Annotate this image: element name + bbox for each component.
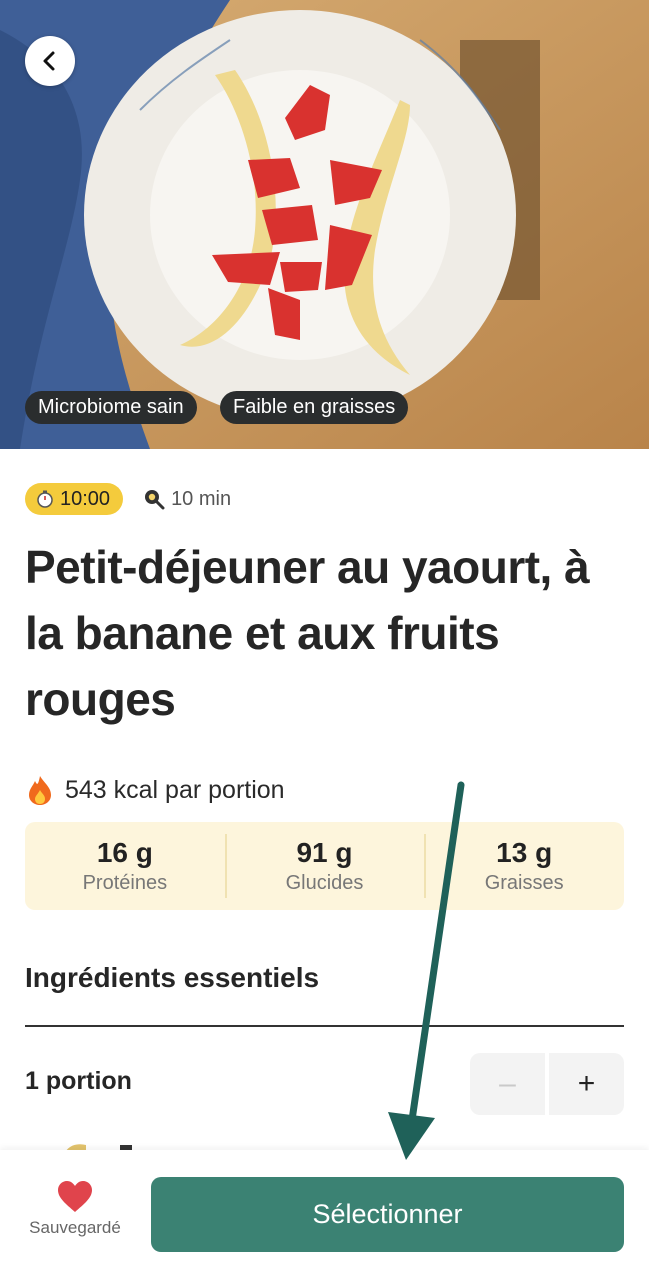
select-recipe-button[interactable]: Sélectionner: [151, 1177, 624, 1252]
save-button[interactable]: Sauvegardé: [20, 1180, 130, 1238]
portion-label: 1 portion: [25, 1067, 132, 1095]
macro-label: Graisses: [484, 872, 564, 894]
stopwatch-icon: [37, 490, 53, 508]
portion-stepper[interactable]: – +: [470, 1053, 624, 1115]
duration: 10 min: [143, 488, 231, 511]
time-badge: 10:00: [25, 483, 124, 515]
chevron-left-icon: [43, 51, 55, 71]
save-label: Sauvegardé: [29, 1218, 121, 1237]
recipe-hero-image: Microbiome sain Faible en graisses: [0, 0, 649, 449]
ingredients-title: Ingrédients essentiels: [25, 962, 320, 993]
increase-portion-button[interactable]: +: [549, 1053, 624, 1115]
tag-microbiome: Microbiome sain: [25, 391, 197, 424]
back-button[interactable]: [25, 36, 75, 86]
macro-value: 91 g: [296, 837, 353, 868]
calories-row: 543 kcal par portion: [25, 774, 285, 806]
decrease-portion-button[interactable]: –: [470, 1053, 545, 1115]
tag-low-fat: Faible en graisses: [220, 391, 409, 424]
recipe-photo: [0, 0, 649, 449]
time-value: 10:00: [60, 487, 111, 510]
duration-value: 10 min: [171, 487, 232, 510]
calories-text: 543 kcal par portion: [65, 775, 285, 804]
macro-carbs: 91 g Glucides: [224, 822, 425, 910]
macro-value: 16 g: [96, 837, 153, 868]
macro-label: Glucides: [285, 872, 364, 894]
macro-value: 13 g: [496, 837, 553, 868]
recipe-meta: 10:00 10 min: [25, 482, 231, 516]
heart-icon: [58, 1181, 92, 1212]
macros-panel: 16 g Protéines 91 g Glucides 13 g Graiss…: [25, 822, 624, 910]
macro-protein: 16 g Protéines: [25, 822, 225, 910]
section-divider: [25, 1025, 624, 1027]
pan-icon: [145, 490, 165, 510]
fire-icon: [29, 776, 51, 805]
macro-fat: 13 g Graisses: [424, 822, 624, 910]
recipe-title: Petit-déjeuner au yaourt, à la banane et…: [25, 541, 590, 725]
ingredient-thumbnail: [66, 1144, 132, 1150]
ingredient-item-partial: [60, 1138, 180, 1150]
macro-label: Protéines: [82, 872, 168, 894]
